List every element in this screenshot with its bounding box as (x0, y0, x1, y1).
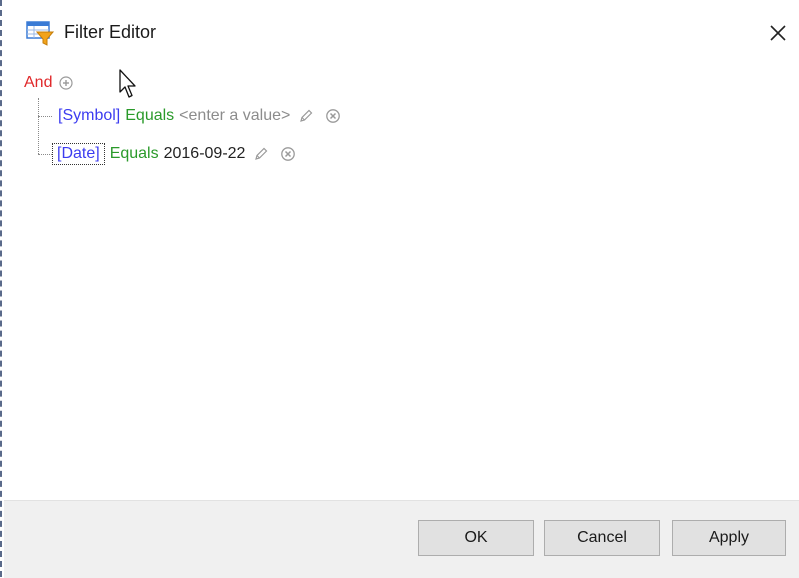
button-bar: OK Cancel Apply (4, 500, 799, 578)
condition-operator[interactable]: Equals (110, 145, 159, 163)
filter-editor-icon (26, 21, 54, 46)
ok-button[interactable]: OK (418, 520, 534, 556)
tree-connector (38, 98, 39, 154)
tree-connector (38, 116, 52, 117)
add-condition-icon[interactable] (59, 76, 74, 90)
filter-editor-window: Filter Editor And [Symbol] Equals <enter… (0, 0, 799, 578)
pencil-icon[interactable] (298, 108, 314, 124)
cancel-button[interactable]: Cancel (544, 520, 660, 556)
window-title: Filter Editor (64, 22, 157, 42)
tree-connector (38, 154, 52, 155)
condition-value[interactable]: 2016-09-22 (164, 145, 246, 163)
apply-button[interactable]: Apply (672, 520, 786, 556)
pencil-icon[interactable] (253, 146, 269, 162)
filter-tree[interactable]: And [Symbol] Equals <enter a value> [Dat… (14, 66, 799, 500)
group-operator[interactable]: And (24, 74, 52, 92)
condition-field[interactable]: [Symbol] (58, 107, 120, 125)
close-icon (770, 25, 786, 41)
condition-row-date: [Date] Equals 2016-09-22 (52, 142, 296, 166)
group-node: And (24, 72, 74, 94)
close-button[interactable] (759, 14, 797, 52)
condition-value[interactable]: <enter a value> (179, 107, 290, 125)
remove-icon[interactable] (280, 146, 296, 162)
condition-field[interactable]: [Date] (52, 143, 105, 165)
condition-operator[interactable]: Equals (125, 107, 174, 125)
mouse-pointer-icon (119, 69, 136, 98)
remove-icon[interactable] (325, 108, 341, 124)
title-bar: Filter Editor (4, 0, 799, 66)
condition-row-symbol: [Symbol] Equals <enter a value> (58, 104, 341, 128)
